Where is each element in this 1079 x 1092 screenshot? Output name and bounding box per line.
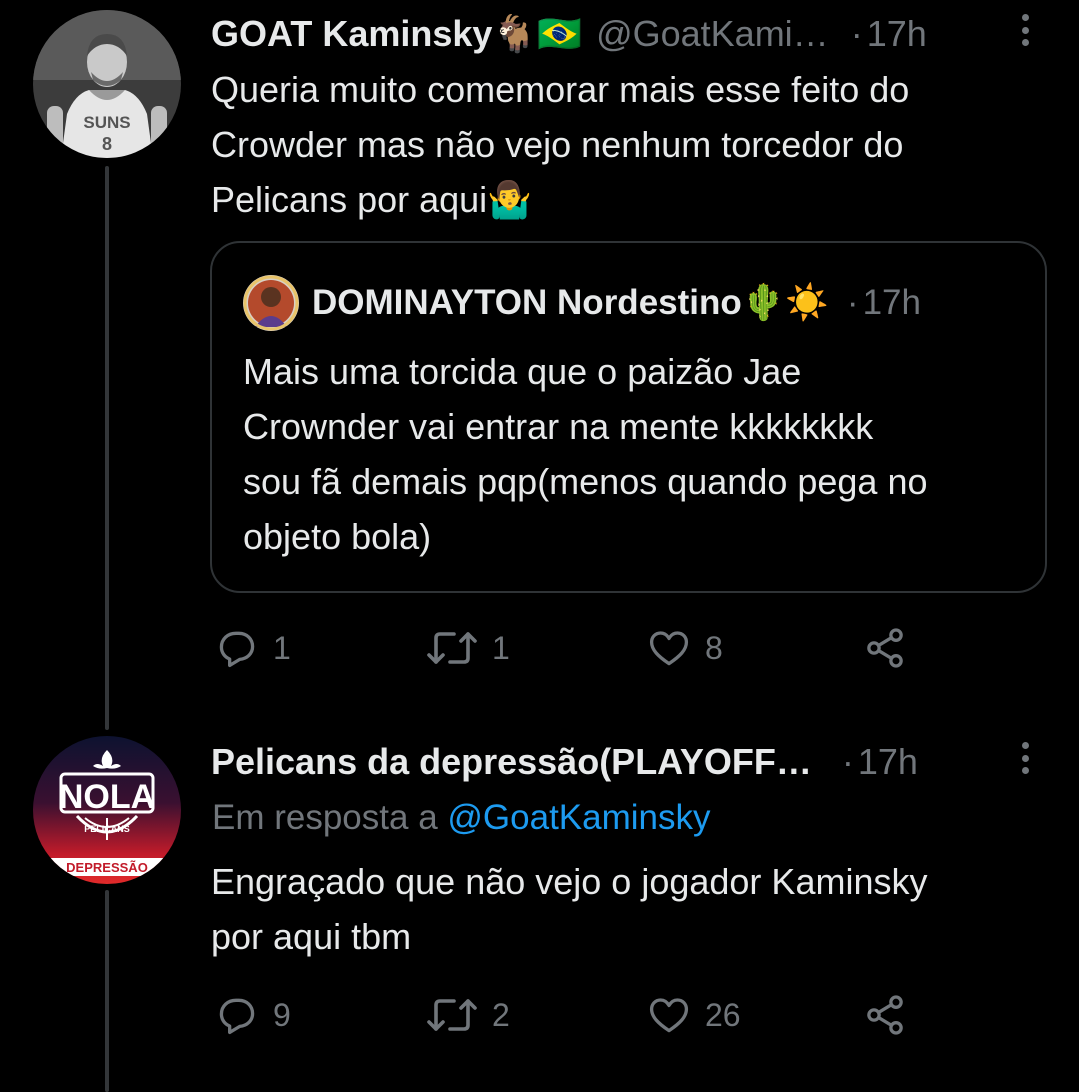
avatar[interactable]: SUNS 8 <box>33 10 181 158</box>
timestamp[interactable]: 17h <box>867 12 927 56</box>
retweet-count: 1 <box>492 630 510 666</box>
like-icon <box>649 631 689 666</box>
svg-text:8: 8 <box>102 134 112 154</box>
quoted-tweet-text: Mais uma torcida que o paizão Jae Crownd… <box>243 351 928 557</box>
display-name[interactable]: GOAT Kaminsky🐐🇧🇷 <box>211 12 582 56</box>
tweet-text: Queria muito comemorar mais esse feito d… <box>211 69 910 220</box>
tweet-header: GOAT Kaminsky🐐🇧🇷 @GoatKami… · 17h <box>211 12 927 56</box>
separator-dot: · <box>846 283 859 322</box>
nola-logo-text: NOLA <box>59 778 155 816</box>
separator-dot: · <box>841 741 854 782</box>
mention-link[interactable]: @GoatKaminsky <box>447 798 710 837</box>
like-count: 26 <box>705 997 741 1033</box>
share-button[interactable] <box>862 993 908 1037</box>
thread-line <box>105 166 109 730</box>
reply-context: Em resposta a @GoatKaminsky <box>212 796 711 840</box>
retweet-icon <box>427 999 477 1031</box>
timestamp[interactable]: 17h <box>863 281 921 325</box>
pelicans-logo-text: PELICANS <box>84 824 130 834</box>
display-name[interactable]: DOMINAYTON Nordestino🌵☀️ <box>312 281 829 325</box>
share-button[interactable] <box>862 626 908 670</box>
separator-dot: · <box>850 13 863 54</box>
reply-count: 1 <box>273 630 291 666</box>
reply-button[interactable]: 9 <box>215 993 291 1037</box>
thread-line <box>105 890 109 1092</box>
tweet-text: Engraçado que não vejo o jogador Kaminsk… <box>211 861 928 957</box>
reply-prefix: Em resposta a <box>212 798 448 837</box>
user-handle[interactable]: @GoatKami… <box>596 12 829 56</box>
reply-icon <box>219 631 255 668</box>
tweet-header: Pelicans da depressão(PLAYOFF… · 17h <box>211 740 918 784</box>
reply-count: 9 <box>273 997 291 1033</box>
retweet-icon <box>427 632 477 664</box>
reply-button[interactable]: 1 <box>215 626 291 670</box>
avatar <box>243 275 299 331</box>
retweet-button[interactable]: 2 <box>426 993 510 1037</box>
like-button[interactable]: 26 <box>647 993 741 1037</box>
like-count: 8 <box>705 630 723 666</box>
more-icon[interactable] <box>1015 10 1035 50</box>
share-icon <box>867 995 903 1035</box>
retweet-count: 2 <box>492 997 510 1033</box>
quoted-tweet-header: DOMINAYTON Nordestino🌵☀️ · 17h <box>312 281 921 325</box>
avatar[interactable]: NOLA PELICANS DEPRESSÃO <box>33 736 181 884</box>
share-icon <box>867 628 903 668</box>
more-icon[interactable] <box>1015 738 1035 778</box>
timestamp[interactable]: 17h <box>858 740 918 784</box>
like-icon <box>649 998 689 1033</box>
display-name[interactable]: Pelicans da depressão(PLAYOFF… <box>211 740 812 784</box>
like-button[interactable]: 8 <box>647 626 723 670</box>
retweet-button[interactable]: 1 <box>426 626 510 670</box>
svg-text:SUNS: SUNS <box>83 113 130 132</box>
depressao-band-text: DEPRESSÃO <box>66 860 148 875</box>
reply-icon <box>219 998 255 1035</box>
